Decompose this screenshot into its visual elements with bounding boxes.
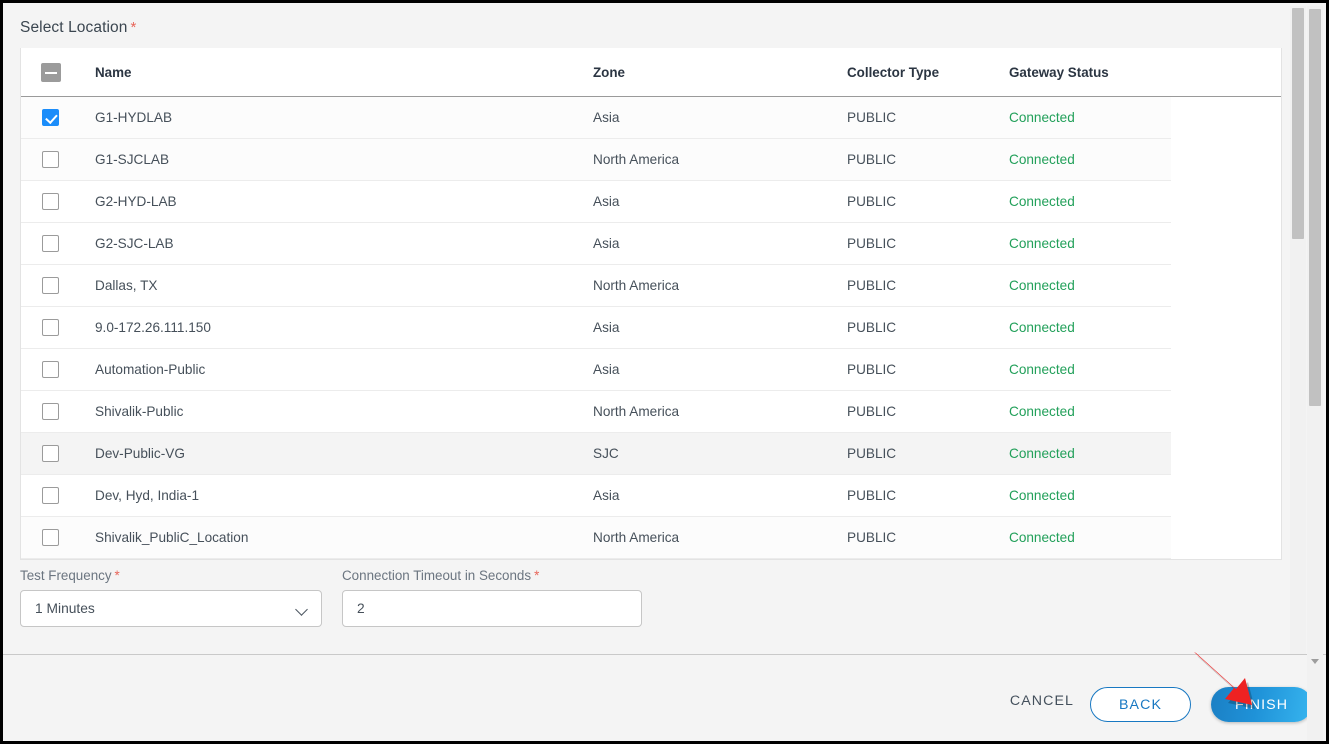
row-checkbox[interactable]	[42, 361, 59, 378]
section-title-text: Select Location	[20, 19, 128, 36]
table-row[interactable]: G1-SJCLAB North America PUBLIC Connected	[21, 139, 1171, 181]
table-body: G1-HYDLAB Asia PUBLIC Connected G1-SJCLAB Nor…	[21, 97, 1281, 559]
page-title: Select Location *	[20, 19, 136, 37]
cell-zone: Asia	[593, 320, 620, 335]
row-checkbox[interactable]	[42, 487, 59, 504]
cell-name: Dev, Hyd, India-1	[95, 488, 200, 503]
table-row[interactable]: Dallas, TX North America PUBLIC Connected	[21, 265, 1171, 307]
row-checkbox[interactable]	[42, 529, 59, 546]
table-header-row: Name Zone Collector Type Gateway Status	[21, 48, 1281, 97]
cell-collector-type: PUBLIC	[847, 530, 897, 545]
required-asterisk: *	[534, 568, 540, 583]
cell-collector-type: PUBLIC	[847, 320, 897, 335]
table-row[interactable]: G2-HYD-LAB Asia PUBLIC Connected	[21, 181, 1171, 223]
cell-zone: North America	[593, 404, 680, 419]
table-row[interactable]: G2-SJC-LAB Asia PUBLIC Connected	[21, 223, 1171, 265]
cell-name: G1-HYDLAB	[95, 110, 173, 125]
test-frequency-label: Test Frequency *	[20, 568, 120, 583]
row-checkbox[interactable]	[42, 445, 59, 462]
connection-timeout-input[interactable]: 2	[342, 590, 642, 627]
back-button[interactable]: BACK	[1090, 687, 1191, 722]
cell-name: Shivalik_PubliC_Location	[95, 530, 249, 545]
cell-gateway-status: Connected	[1009, 320, 1075, 335]
row-checkbox[interactable]	[42, 109, 59, 126]
cell-gateway-status: Connected	[1009, 530, 1075, 545]
location-table: Name Zone Collector Type Gateway Status …	[20, 48, 1282, 560]
cell-collector-type: PUBLIC	[847, 488, 897, 503]
cell-name: Dev-Public-VG	[95, 446, 185, 461]
row-checkbox[interactable]	[42, 403, 59, 420]
cell-zone: Asia	[593, 194, 620, 209]
row-checkbox[interactable]	[42, 235, 59, 252]
cell-collector-type: PUBLIC	[847, 404, 897, 419]
cell-zone: Asia	[593, 110, 620, 125]
cell-gateway-status: Connected	[1009, 194, 1075, 209]
cell-name: Dallas, TX	[95, 278, 158, 293]
required-asterisk: *	[114, 568, 120, 583]
cell-zone: SJC	[593, 446, 619, 461]
cell-name: 9.0-172.26.111.150	[95, 320, 211, 335]
cell-gateway-status: Connected	[1009, 236, 1075, 251]
column-header-gateway-status[interactable]: Gateway Status	[1009, 65, 1109, 80]
cell-gateway-status: Connected	[1009, 110, 1075, 125]
required-asterisk: *	[130, 19, 137, 36]
table-row[interactable]: Automation-Public Asia PUBLIC Connected	[21, 349, 1171, 391]
inner-scrollbar-thumb[interactable]	[1292, 8, 1304, 239]
column-header-zone[interactable]: Zone	[593, 65, 625, 80]
row-checkbox[interactable]	[42, 151, 59, 168]
test-frequency-label-text: Test Frequency	[20, 568, 112, 583]
cell-collector-type: PUBLIC	[847, 110, 897, 125]
cell-zone: Asia	[593, 362, 620, 377]
cell-name: Automation-Public	[95, 362, 206, 377]
cancel-button[interactable]: CANCEL	[1010, 693, 1074, 709]
select-all-checkbox[interactable]	[41, 63, 61, 82]
cell-name: Shivalik-Public	[95, 404, 184, 419]
row-checkbox[interactable]	[42, 277, 59, 294]
cell-collector-type: PUBLIC	[847, 152, 897, 167]
cell-collector-type: PUBLIC	[847, 278, 897, 293]
table-row[interactable]: Shivalik-Public North America PUBLIC Connec…	[21, 391, 1171, 433]
table-row[interactable]: Dev, Hyd, India-1 Asia PUBLIC Connected	[21, 475, 1171, 517]
cell-name: G2-SJC-LAB	[95, 236, 174, 251]
cell-collector-type: PUBLIC	[847, 446, 897, 461]
cell-name: G1-SJCLAB	[95, 152, 170, 167]
cell-collector-type: PUBLIC	[847, 236, 897, 251]
connection-timeout-label: Connection Timeout in Seconds *	[342, 568, 539, 583]
table-row[interactable]: Dev-Public-VG SJC PUBLIC Connected	[21, 433, 1171, 475]
dialog-scroll-viewport[interactable]: Select Location * Name Zone Collector Typ…	[3, 3, 1326, 654]
cell-gateway-status: Connected	[1009, 488, 1075, 503]
page-scrollbar-thumb[interactable]	[1309, 9, 1321, 406]
table-row[interactable]: G1-HYDLAB Asia PUBLIC Connected	[21, 97, 1171, 139]
cell-gateway-status: Connected	[1009, 152, 1075, 167]
cell-collector-type: PUBLIC	[847, 362, 897, 377]
table-row[interactable]: 9.0-172.26.111.150 Asia PUBLIC Connected	[21, 307, 1171, 349]
row-checkbox[interactable]	[42, 193, 59, 210]
column-header-collector-type[interactable]: Collector Type	[847, 65, 939, 80]
table-row[interactable]: Shivalik_PubliC_Location North America PUB…	[21, 517, 1171, 559]
cell-zone: North America	[593, 530, 680, 545]
cell-gateway-status: Connected	[1009, 278, 1075, 293]
cell-collector-type: PUBLIC	[847, 194, 897, 209]
row-checkbox[interactable]	[42, 319, 59, 336]
scrollbar-down-arrow-icon[interactable]	[1307, 653, 1323, 670]
finish-button[interactable]: FINISH	[1211, 687, 1312, 722]
cell-gateway-status: Connected	[1009, 446, 1075, 461]
dialog-footer: CANCEL BACK FINISH	[3, 654, 1326, 741]
cell-name: G2-HYD-LAB	[95, 194, 177, 209]
connection-timeout-value: 2	[357, 601, 365, 616]
dialog-frame: Select Location * Name Zone Collector Typ…	[3, 3, 1326, 741]
cell-zone: Asia	[593, 488, 620, 503]
connection-timeout-label-text: Connection Timeout in Seconds	[342, 568, 532, 583]
chevron-down-icon	[295, 603, 308, 616]
cell-gateway-status: Connected	[1009, 362, 1075, 377]
cell-gateway-status: Connected	[1009, 404, 1075, 419]
column-header-name[interactable]: Name	[95, 65, 131, 80]
cell-zone: North America	[593, 278, 680, 293]
test-frequency-value: 1 Minutes	[35, 601, 95, 616]
test-frequency-select[interactable]: 1 Minutes	[20, 590, 322, 627]
screenshot-root: Select Location * Name Zone Collector Typ…	[0, 0, 1329, 744]
cell-zone: North America	[593, 152, 680, 167]
cell-zone: Asia	[593, 236, 620, 251]
